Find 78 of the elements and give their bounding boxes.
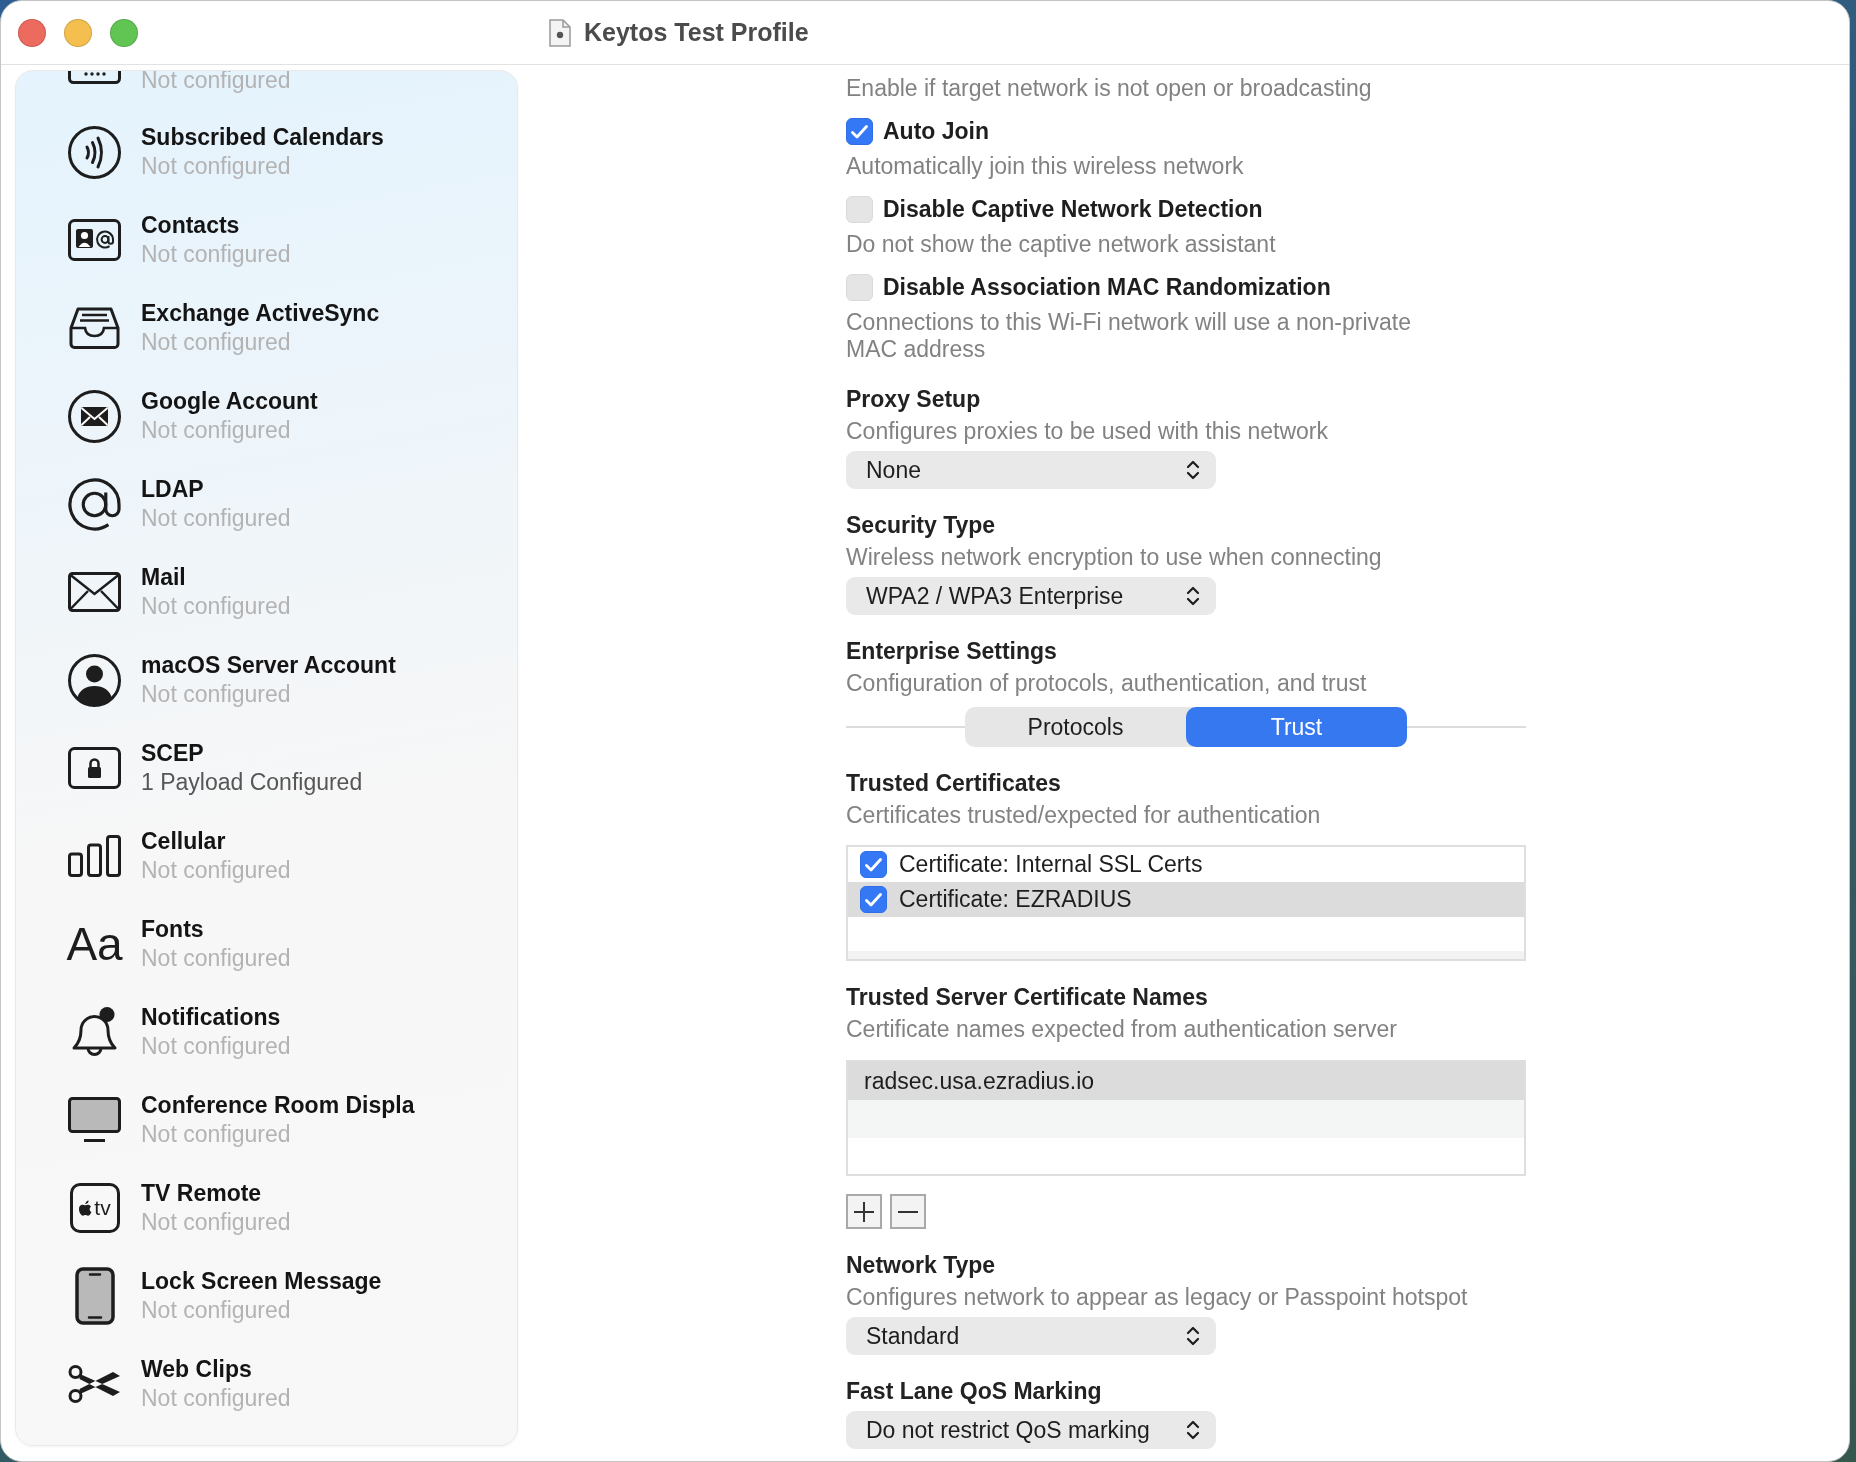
keypad-icon — [68, 71, 121, 84]
sidebar-item[interactable]: Contacts Not configured — [68, 211, 291, 269]
sidebar-item[interactable]: LDAP Not configured — [68, 475, 291, 533]
sidebar-item[interactable]: Web Clips Not configured — [68, 1355, 291, 1413]
sidebar-item[interactable]: Notifications Not configured — [68, 1003, 291, 1061]
description-text: Do not show the captive network assistant — [846, 231, 1276, 258]
signal-waves-icon — [68, 125, 121, 179]
section-heading: Proxy Setup — [846, 386, 981, 413]
sidebar-item[interactable]: Subscribed Calendars Not configured — [68, 123, 384, 181]
tv-label: tv — [94, 1197, 111, 1219]
server-name-row[interactable]: radsec.usa.ezradius.io — [848, 1062, 1524, 1100]
updown-chevron-icon — [1186, 585, 1200, 607]
close-button[interactable] — [18, 18, 46, 47]
description-text: Certificate names expected from authentication server — [846, 1016, 1397, 1043]
updown-chevron-icon — [1186, 1325, 1200, 1347]
section-heading: Security Type — [846, 512, 996, 539]
inbox-tray-icon — [68, 306, 121, 350]
section-heading: Trusted Server Certificate Names — [846, 984, 1208, 1011]
checkbox[interactable] — [860, 851, 887, 878]
section-heading: Network Type — [846, 1252, 996, 1279]
sidebar-item[interactable]: Lock Screen Message Not configured — [68, 1267, 382, 1325]
popup-button[interactable]: None — [846, 451, 1216, 489]
segment-button[interactable]: Protocols — [965, 707, 1186, 747]
document-icon — [549, 18, 571, 47]
sidebar-item[interactable]: Google Account Not configured — [68, 387, 318, 445]
contact-card-icon — [68, 219, 121, 261]
description-text: Configuration of protocols, authentication, and trust — [846, 670, 1367, 697]
checkbox-label: Auto Join — [883, 118, 990, 145]
checkbox[interactable] — [846, 118, 873, 145]
sidebar-item[interactable]: Exchange ActiveSync Not configured — [68, 299, 380, 357]
monitor-icon — [68, 1097, 121, 1143]
checkmark-icon — [851, 124, 868, 139]
description-text: Configures proxies to be used with this network — [846, 418, 1328, 445]
checkmark-icon — [865, 892, 882, 907]
checkmark-icon — [865, 857, 882, 872]
section-heading: Trusted Certificates — [846, 770, 1061, 797]
checkbox[interactable] — [860, 886, 887, 913]
popup-button[interactable]: WPA2 / WPA3 Enterprise — [846, 577, 1216, 615]
zoom-button[interactable] — [110, 18, 138, 47]
minus-icon — [898, 1210, 918, 1213]
remove-button[interactable] — [890, 1194, 926, 1229]
sidebar-item[interactable]: Conference Room Displa Not configured — [68, 1091, 415, 1149]
phone-icon — [74, 1267, 115, 1325]
certificate-row[interactable]: Certificate: EZRADIUS — [848, 882, 1524, 917]
popup-button[interactable]: Standard — [846, 1317, 1216, 1355]
checkbox-label: Disable Captive Network Detection — [883, 196, 1263, 223]
popup-button[interactable]: Do not restrict QoS marking — [846, 1411, 1216, 1449]
segment-button[interactable]: Trust — [1186, 707, 1407, 747]
updown-chevron-icon — [1186, 459, 1200, 481]
signal-bars-icon — [68, 835, 121, 877]
person-circle-icon — [68, 653, 121, 707]
item-status: Not configured — [141, 71, 291, 91]
at-sign-icon — [68, 477, 121, 531]
lock-box-icon — [68, 747, 121, 789]
certificate-row[interactable]: Certificate: Internal SSL Certs — [848, 847, 1524, 882]
sidebar-item[interactable]: tv TV Remote Not configured — [68, 1179, 291, 1237]
envelope-circle-icon — [68, 389, 121, 443]
description-text: Enable if target network is not open or broadcasting — [846, 75, 1372, 102]
description-text: Configures network to appear as legacy or Passpoint hotspot — [846, 1284, 1468, 1311]
section-heading: Fast Lane QoS Marking — [846, 1378, 1102, 1405]
checkbox-label: Disable Association MAC Randomization — [883, 274, 1331, 301]
sidebar-item[interactable]: SCEP 1 Payload Configured — [68, 739, 363, 797]
sidebar-item[interactable]: macOS Server Account Not configured — [68, 651, 396, 709]
section-heading: Enterprise Settings — [846, 638, 1057, 665]
scissors-icon — [68, 1363, 121, 1405]
window-title: Keytos Test Profile — [584, 18, 809, 47]
description-text: Automatically join this wireless network — [846, 153, 1244, 180]
envelope-icon — [68, 572, 121, 612]
description-text: Connections to this Wi-Fi network will use a non-private MAC address — [846, 309, 1412, 363]
font-glyph: Aa — [66, 921, 123, 967]
plus-icon — [854, 1201, 874, 1222]
description-text: Certificates trusted/expected for authentication — [846, 802, 1321, 829]
sidebar-item[interactable]: Cellular Not configured — [68, 827, 291, 885]
add-button[interactable] — [846, 1194, 882, 1229]
sidebar-item[interactable]: Mail Not configured — [68, 563, 291, 621]
updown-chevron-icon — [1186, 1419, 1200, 1441]
apple-icon — [78, 1200, 93, 1216]
description-text: Wireless network encryption to use when connecting — [846, 544, 1382, 571]
